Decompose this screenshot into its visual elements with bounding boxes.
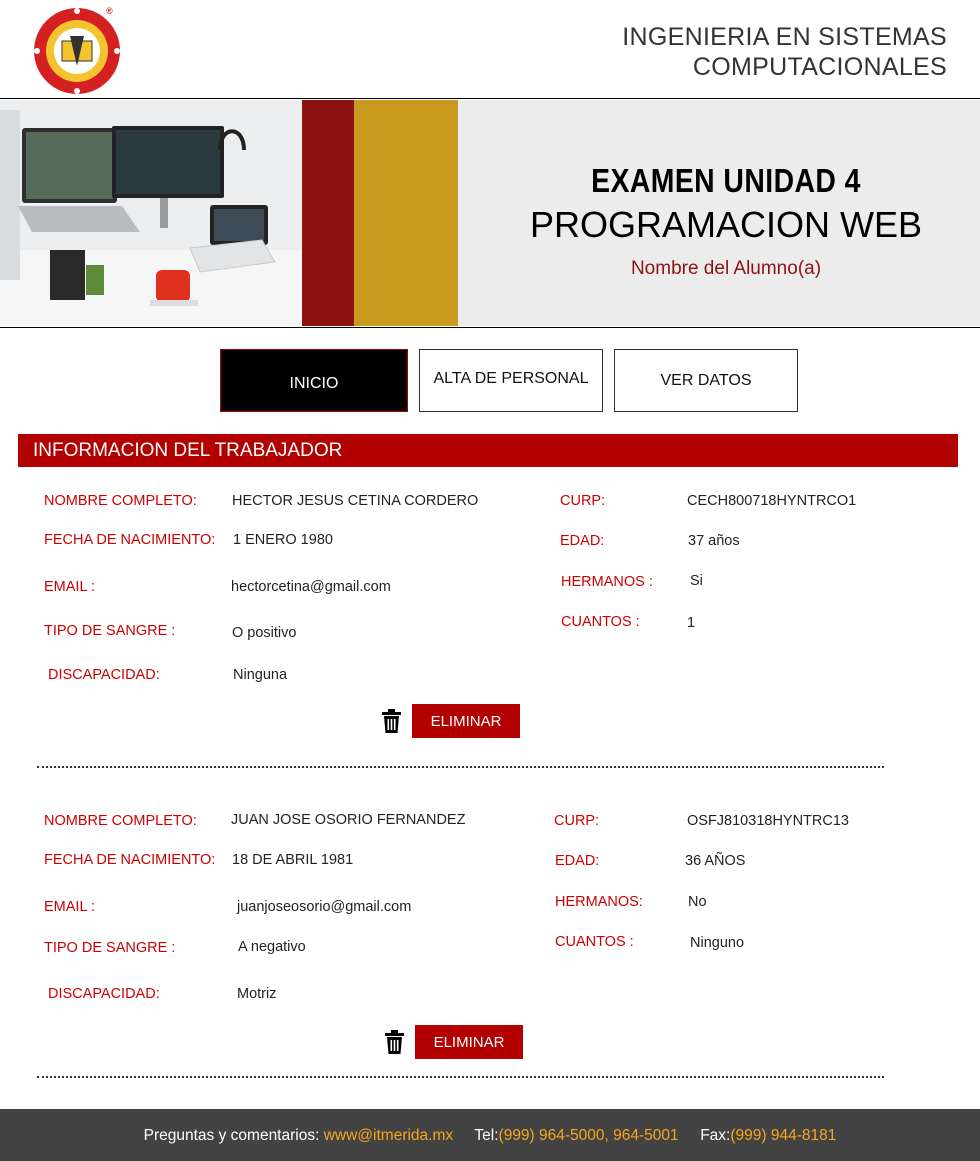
value-curp: CECH800718HYNTRCO1	[687, 493, 857, 509]
value-nombre: HECTOR JESUS CETINA CORDERO	[232, 493, 479, 509]
value-sangre: O positivo	[232, 625, 297, 641]
label-nombre: NOMBRE COMPLETO:	[44, 493, 197, 509]
label-edad: EDAD:	[560, 533, 605, 549]
nav-alta-personal-label: ALTA DE PERSONAL	[433, 369, 589, 387]
label-sangre: TIPO DE SANGRE :	[44, 623, 176, 639]
footer-tel-label: Tel:	[474, 1127, 499, 1144]
header-divider	[0, 98, 980, 99]
value-discapacidad: Motriz	[237, 986, 277, 1002]
value-curp: OSFJ810318HYNTRC13	[687, 813, 849, 829]
label-discapacidad: DISCAPACIDAD:	[48, 986, 160, 1002]
nav-ver-datos-button[interactable]: VER DATOS	[614, 349, 798, 412]
value-cuantos: Ninguno	[690, 935, 745, 951]
record-separator	[37, 766, 884, 768]
banner-red-stripe	[302, 100, 354, 326]
value-hermanos: Si	[690, 573, 703, 589]
value-fecha: 18 DE ABRIL 1981	[232, 852, 354, 868]
nav-inicio-button[interactable]: INICIO	[220, 349, 408, 412]
workspace-photo	[0, 100, 302, 326]
footer-fax-label: Fax:	[700, 1127, 731, 1144]
delete-button[interactable]: ELIMINAR	[412, 704, 520, 738]
value-edad: 37 años	[688, 533, 740, 549]
label-hermanos: HERMANOS :	[561, 574, 653, 590]
exam-title: EXAMEN UNIDAD 4	[591, 162, 861, 199]
banner: EXAMEN UNIDAD 4 PROGRAMACION WEB Nombre …	[0, 100, 980, 326]
trash-icon[interactable]	[382, 709, 401, 733]
value-email: hectorcetina@gmail.com	[231, 579, 391, 595]
label-hermanos: HERMANOS:	[555, 894, 643, 910]
label-discapacidad: DISCAPACIDAD:	[48, 667, 160, 683]
label-fecha: FECHA DE NACIMIENTO:	[44, 532, 216, 548]
section-title: INFORMACION DEL TRABAJADOR	[33, 440, 343, 461]
label-sangre: TIPO DE SANGRE :	[44, 940, 176, 956]
registered-mark-icon: ®	[106, 6, 113, 16]
trash-icon[interactable]	[385, 1030, 404, 1054]
nav-inicio-label: INICIO	[289, 374, 339, 392]
value-nombre: JUAN JOSE OSORIO FERNANDEZ	[231, 812, 466, 828]
label-nombre: NOMBRE COMPLETO:	[44, 813, 197, 829]
institute-logo	[32, 6, 122, 96]
label-curp: CURP:	[554, 813, 600, 829]
student-name: Nombre del Alumno(a)	[630, 258, 822, 279]
label-curp: CURP:	[560, 493, 606, 509]
value-sangre: A negativo	[238, 939, 306, 955]
label-edad: EDAD:	[555, 853, 600, 869]
label-cuantos: CUANTOS :	[561, 614, 640, 630]
label-fecha: FECHA DE NACIMIENTO:	[44, 852, 216, 868]
nav-ver-datos-label: VER DATOS	[660, 371, 752, 389]
value-cuantos: 1	[687, 615, 696, 631]
value-discapacidad: Ninguna	[233, 667, 288, 683]
banner-divider	[0, 327, 980, 328]
footer-questions-label: Preguntas y comentarios:	[143, 1127, 320, 1144]
school-name: INGENIERIA EN SISTEMAS COMPUTACIONALES	[622, 22, 947, 82]
value-edad: 36 AÑOS	[685, 853, 746, 869]
footer-tel: (999) 964-5000, 964-5001	[498, 1127, 679, 1144]
banner-title-area: EXAMEN UNIDAD 4 PROGRAMACION WEB Nombre …	[458, 100, 980, 326]
label-email: EMAIL :	[44, 579, 96, 595]
value-email: juanjoseosorio@gmail.com	[237, 899, 412, 915]
delete-button[interactable]: ELIMINAR	[415, 1025, 523, 1059]
label-email: EMAIL :	[44, 899, 96, 915]
record-separator	[37, 1076, 884, 1078]
nav-alta-personal-button[interactable]: ALTA DE PERSONAL	[419, 349, 603, 412]
footer: Preguntas y comentarios: www@itmerida.mx…	[0, 1109, 980, 1161]
value-hermanos: No	[688, 894, 707, 910]
exam-subtitle: PROGRAMACION WEB	[529, 204, 923, 245]
footer-contact: Preguntas y comentarios: www@itmerida.mx…	[0, 1127, 980, 1145]
footer-website-link[interactable]: www@itmerida.mx	[324, 1127, 453, 1144]
value-fecha: 1 ENERO 1980	[233, 532, 333, 548]
footer-fax: (999) 944-8181	[730, 1127, 837, 1144]
label-cuantos: CUANTOS :	[555, 934, 634, 950]
school-name-line2: COMPUTACIONALES	[692, 53, 947, 81]
section-header: INFORMACION DEL TRABAJADOR	[18, 434, 958, 467]
school-name-line1: INGENIERIA EN SISTEMAS	[622, 23, 947, 51]
banner-gold-stripe	[354, 100, 458, 326]
